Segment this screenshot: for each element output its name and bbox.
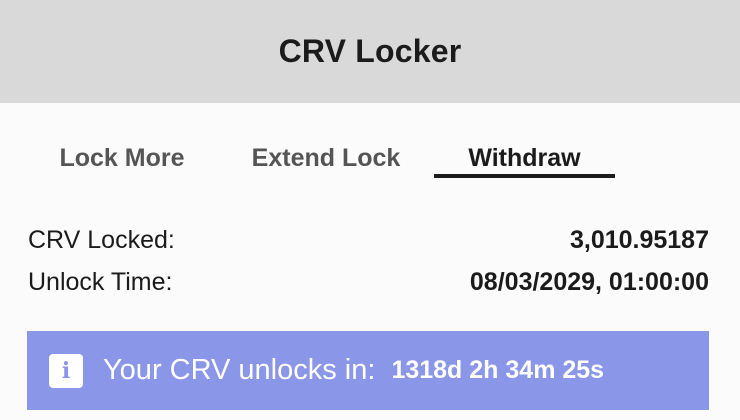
unlock-time-value: 08/03/2029, 01:00:00 <box>469 267 709 296</box>
unlock-countdown-banner: i Your CRV unlocks in: 1318d 2h 34m 25s <box>27 331 709 410</box>
unlock-time-row: Unlock Time: 08/03/2029, 01:00:00 <box>28 266 709 298</box>
unlock-message: Your CRV unlocks in: <box>103 354 376 386</box>
page-title: CRV Locker <box>278 33 462 69</box>
tab-lock-more[interactable]: Lock More <box>44 138 200 178</box>
unlock-time-label: Unlock Time: <box>28 267 173 296</box>
tab-extend-lock[interactable]: Extend Lock <box>236 138 416 178</box>
crv-locked-label: CRV Locked: <box>28 225 175 254</box>
active-tab-indicator <box>434 174 615 178</box>
tab-withdraw[interactable]: Withdraw <box>434 138 615 178</box>
info-icon: i <box>49 353 83 388</box>
app-header: CRV Locker <box>0 0 740 103</box>
tab-bar: Lock More Extend Lock Withdraw <box>0 138 740 182</box>
unlock-countdown: 1318d 2h 34m 25s <box>391 356 605 384</box>
crv-locked-value: 3,010.95187 <box>569 225 709 254</box>
crv-locked-row: CRV Locked: 3,010.95187 <box>28 224 709 256</box>
